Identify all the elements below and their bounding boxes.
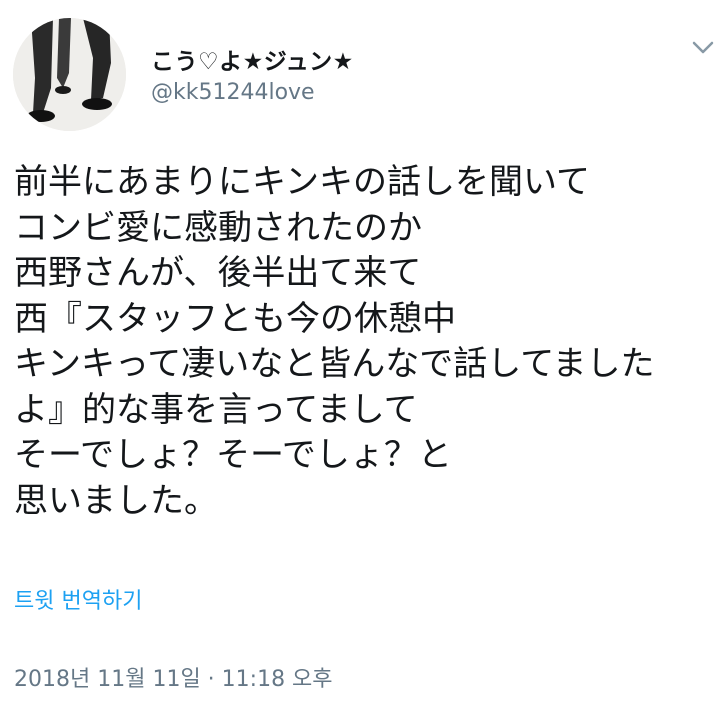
avatar-image [13, 18, 126, 131]
tweet-line: キンキって凄いなと皆んなで話してました [14, 344, 655, 384]
tweet-line: 西『スタッフとも今の休憩中 [14, 298, 456, 339]
chevron-down-icon[interactable] [688, 36, 718, 60]
user-handle[interactable]: @kk51244love [151, 80, 315, 105]
tweet-line: 思いました。 [14, 480, 218, 521]
tweet-line: よ』的な事を言ってまして [14, 389, 418, 430]
tweet-line: 前半にあまりにキンキの話しを聞いて [14, 162, 590, 202]
tweet-line: 西野さんが、後半出て来て [14, 253, 422, 293]
tweet-text: 前半にあまりにキンキの話しを聞いて コンビ愛に感動されたのか 西野さんが、後半出… [14, 160, 714, 524]
tweet-timestamp[interactable]: 2018년 11월 11일 · 11:18 오후 [14, 661, 333, 693]
translate-tweet-link[interactable]: 트윗 번역하기 [14, 583, 142, 615]
tweet-line: コンビ愛に感動されたのか [14, 207, 422, 248]
avatar[interactable] [13, 18, 126, 131]
tweet-line: そーでしょ？そーでしょ？と [14, 435, 452, 475]
display-name[interactable]: こう♡よ★ジュン★ [151, 42, 354, 76]
